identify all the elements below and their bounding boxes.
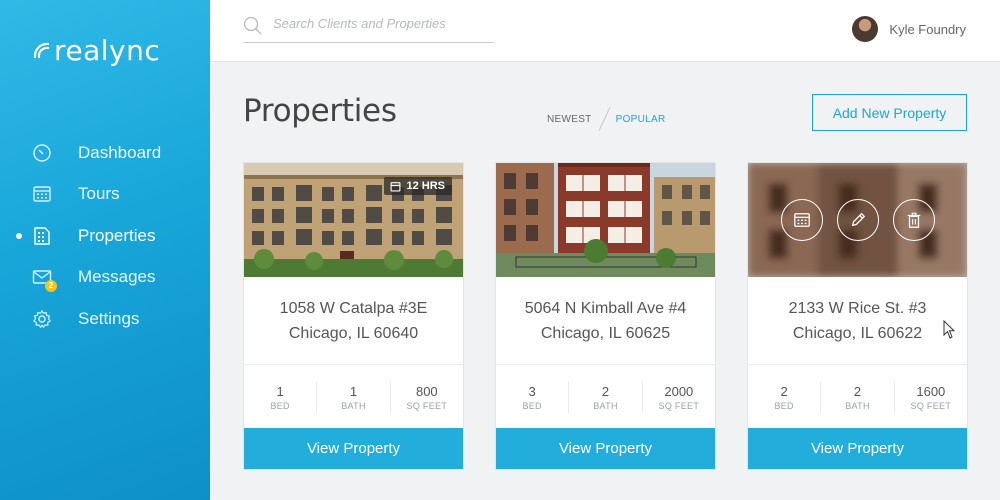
baths-value: 1 xyxy=(349,383,358,399)
baths-stat: 2 BATH xyxy=(569,381,643,413)
trash-icon xyxy=(907,212,920,228)
property-photo[interactable] xyxy=(496,163,715,277)
sidebar-item-label: Tours xyxy=(78,184,120,204)
page-title: Properties xyxy=(243,93,397,129)
properties-grid-icon xyxy=(32,226,52,246)
beds-stat: 3 BED xyxy=(496,381,570,413)
sqft-stat: 2000 SQ FEET xyxy=(643,381,715,413)
baths-value: 2 xyxy=(601,383,610,399)
sqft-value: 1600 xyxy=(916,383,946,399)
address-line1: 2133 W Rice St. #3 xyxy=(788,299,927,317)
sort-toggle: NEWEST POPULAR xyxy=(547,106,666,132)
sort-newest[interactable]: NEWEST xyxy=(547,114,592,125)
property-card: 2133 W Rice St. #3 Chicago, IL 60622 2 BE… xyxy=(748,163,967,469)
baths-stat: 2 BATH xyxy=(821,381,895,413)
property-card: 5064 N Kimball Ave #4 Chicago, IL 60625 … xyxy=(496,163,715,469)
beds-value: 2 xyxy=(780,383,788,399)
schedule-tour-button[interactable] xyxy=(780,199,823,241)
time-remaining-text: 12 HRS xyxy=(406,180,445,192)
property-photo xyxy=(748,163,967,277)
delete-property-button[interactable] xyxy=(892,199,935,241)
sort-divider xyxy=(598,107,611,131)
baths-value: 2 xyxy=(853,383,862,399)
avatar xyxy=(852,16,879,42)
address-line2: Chicago, IL 60640 xyxy=(288,324,419,342)
sidebar-nav: Dashboard Tours Properties 2 Messages Se… xyxy=(0,132,210,340)
address-line2: Chicago, IL 60625 xyxy=(540,324,671,342)
baths-label: BATH xyxy=(593,400,618,411)
baths-stat: 1 BATH xyxy=(317,381,391,413)
search-icon xyxy=(243,16,262,35)
sidebar-item-label: Properties xyxy=(78,225,156,245)
sidebar-item-properties[interactable]: Properties xyxy=(0,215,210,257)
brand-name: realync xyxy=(54,34,161,67)
sqft-label: SQ FEET xyxy=(406,400,448,411)
sqft-label: SQ FEET xyxy=(910,400,952,411)
property-card: 12 HRS 1058 W Catalpa #3E Chicago, IL 60… xyxy=(244,163,463,469)
view-property-button[interactable]: View Property xyxy=(748,428,967,469)
beds-value: 1 xyxy=(276,383,284,399)
calendar-icon xyxy=(32,184,52,204)
address-line1: 5064 N Kimball Ave #4 xyxy=(524,299,687,317)
signal-wave-icon xyxy=(33,42,50,58)
sidebar-item-label: Settings xyxy=(78,308,140,328)
property-address: 1058 W Catalpa #3E Chicago, IL 60640 xyxy=(244,277,463,365)
sqft-value: 2000 xyxy=(664,383,694,399)
sidebar-item-label: Dashboard xyxy=(78,142,162,162)
messages-count-badge: 2 xyxy=(45,280,57,293)
sqft-stat: 800 SQ FEET xyxy=(391,381,463,413)
sqft-label: SQ FEET xyxy=(658,400,700,411)
property-action-overlay xyxy=(748,163,967,277)
add-new-property-button[interactable]: Add New Property xyxy=(812,94,967,131)
sidebar: realync Dashboard Tours Properties 2 Mes… xyxy=(0,0,210,500)
top-header: Kyle Foundry xyxy=(210,0,1000,62)
sidebar-item-messages[interactable]: 2 Messages xyxy=(0,257,210,299)
user-name: Kyle Foundry xyxy=(889,21,966,37)
beds-stat: 1 BED xyxy=(244,381,318,413)
search-bar[interactable] xyxy=(243,14,494,43)
sqft-value: 800 xyxy=(415,383,438,399)
property-address: 5064 N Kimball Ave #4 Chicago, IL 60625 xyxy=(496,277,715,365)
sidebar-item-tours[interactable]: Tours xyxy=(0,174,210,216)
beds-label: BED xyxy=(774,400,794,411)
beds-label: BED xyxy=(270,400,290,411)
property-stats: 2 BED 2 BATH 1600 SQ FEET xyxy=(748,368,967,426)
edit-pencil-icon xyxy=(851,213,865,227)
sidebar-item-settings[interactable]: Settings xyxy=(0,298,210,340)
baths-label: BATH xyxy=(341,400,366,411)
beds-value: 3 xyxy=(528,383,536,399)
calendar-icon xyxy=(391,181,401,191)
property-photo[interactable]: 12 HRS xyxy=(244,163,463,277)
mouse-cursor-icon xyxy=(943,320,956,339)
property-stats: 3 BED 2 BATH 2000 SQ FEET xyxy=(496,368,715,426)
baths-label: BATH xyxy=(845,400,870,411)
beds-label: BED xyxy=(522,400,542,411)
realync-logo[interactable]: realync xyxy=(32,34,160,67)
beds-stat: 2 BED xyxy=(748,381,822,413)
property-address: 2133 W Rice St. #3 Chicago, IL 60622 xyxy=(748,277,967,365)
time-remaining-badge: 12 HRS xyxy=(384,177,452,195)
active-indicator-dot xyxy=(16,232,22,239)
sqft-stat: 1600 SQ FEET xyxy=(895,381,967,413)
view-property-button[interactable]: View Property xyxy=(496,428,715,469)
search-input[interactable] xyxy=(273,16,493,31)
edit-property-button[interactable] xyxy=(836,199,879,241)
property-stats: 1 BED 1 BATH 800 SQ FEET xyxy=(244,368,463,426)
user-menu[interactable]: Kyle Foundry xyxy=(852,16,966,42)
sidebar-item-label: Messages xyxy=(78,267,156,287)
address-line1: 1058 W Catalpa #3E xyxy=(279,299,428,317)
sort-popular[interactable]: POPULAR xyxy=(616,114,666,125)
gear-icon xyxy=(32,309,52,329)
mail-icon: 2 xyxy=(32,267,57,293)
address-line2: Chicago, IL 60622 xyxy=(792,324,923,342)
compass-icon xyxy=(32,143,52,163)
sidebar-item-dashboard[interactable]: Dashboard xyxy=(0,132,210,174)
calendar-icon xyxy=(793,213,810,227)
view-property-button[interactable]: View Property xyxy=(244,428,463,469)
